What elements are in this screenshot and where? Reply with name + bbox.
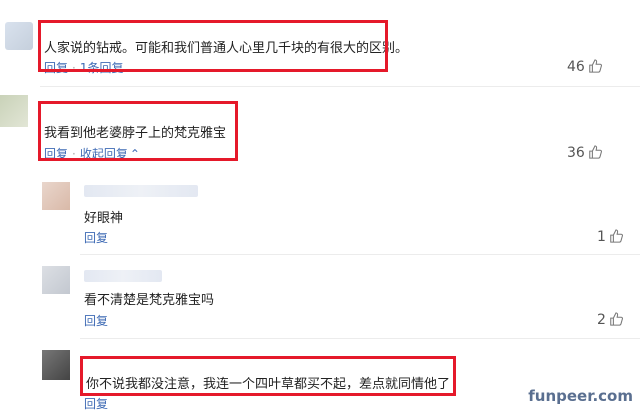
username-blurred — [84, 270, 162, 282]
avatar — [5, 22, 33, 50]
highlight-box — [38, 101, 238, 161]
watermark: funpeer.com — [525, 387, 636, 405]
reply-link[interactable]: 回复 — [84, 395, 108, 412]
like-count: 2 — [597, 312, 623, 328]
like-count: 46 — [567, 59, 602, 75]
reply-avatar — [42, 266, 70, 294]
reply-link[interactable]: 回复 — [84, 312, 108, 329]
thumbs-up-icon[interactable] — [588, 145, 602, 159]
reply-avatar — [42, 182, 70, 210]
divider — [80, 338, 640, 339]
thumbs-up-icon[interactable] — [588, 59, 602, 73]
reply-text: 好眼神 — [84, 211, 124, 226]
reply-link[interactable]: 回复 — [84, 229, 108, 246]
divider — [40, 86, 640, 87]
reply-text: 看不清楚是梵克雅宝吗 — [84, 293, 215, 308]
thumbs-up-icon[interactable] — [609, 312, 623, 326]
divider — [80, 254, 640, 255]
avatar — [0, 95, 28, 127]
highlight-box — [38, 20, 388, 72]
username-blurred — [84, 185, 198, 197]
reply-avatar — [42, 350, 70, 380]
thumbs-up-icon[interactable] — [609, 229, 623, 243]
highlight-box — [80, 356, 456, 396]
like-count: 1 — [597, 229, 623, 245]
like-count: 36 — [567, 145, 602, 161]
